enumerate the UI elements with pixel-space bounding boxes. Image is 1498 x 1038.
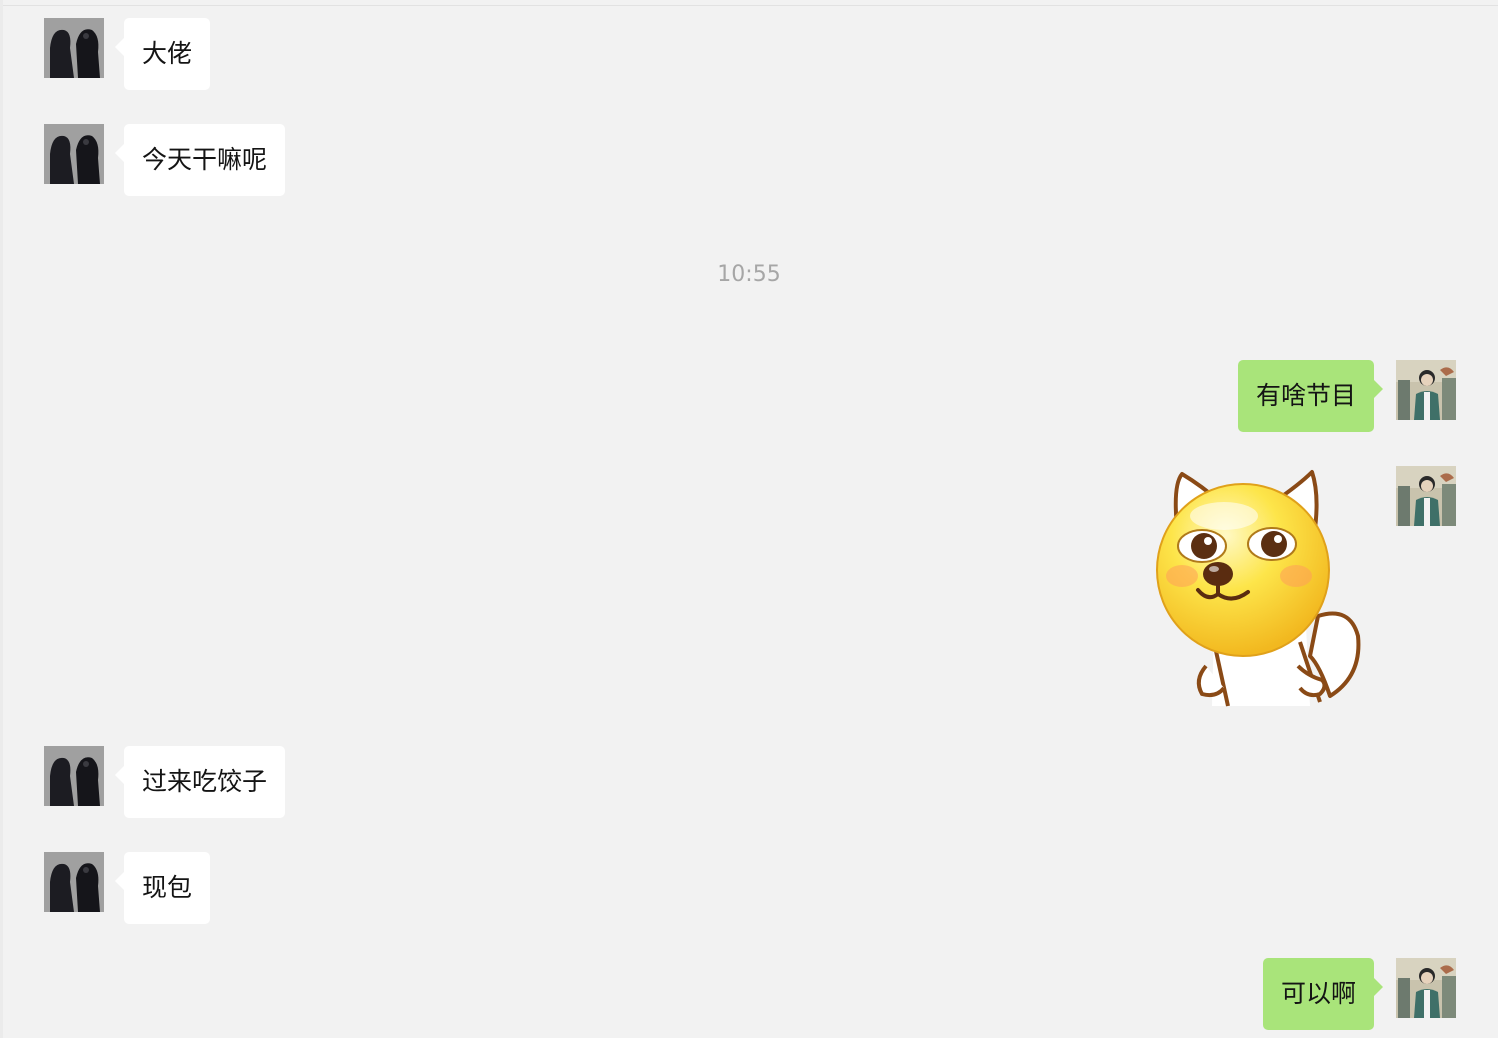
message-timestamp: 10:55 [717,262,781,287]
incoming-message-bubble[interactable]: 大佬 [114,18,211,90]
contact-avatar[interactable] [44,746,104,806]
window-top-border [0,0,1498,6]
incoming-message-bubble[interactable]: 过来吃饺子 [114,746,286,818]
message-row: 可以啊 [0,958,1498,1030]
message-row: 有啥节目 [0,360,1498,432]
contact-avatar[interactable] [44,852,104,912]
message-row: 大佬 [0,18,1498,90]
shiba-dog-emoji-sticker[interactable] [1150,466,1366,708]
contact-avatar[interactable] [44,124,104,184]
my-avatar[interactable] [1396,360,1456,420]
contact-avatar[interactable] [44,18,104,78]
message-row: 现包 [0,852,1498,924]
outgoing-message-bubble[interactable]: 可以啊 [1262,958,1384,1030]
outgoing-message-bubble[interactable]: 有啥节目 [1237,360,1384,432]
message-row: 过来吃饺子 [0,746,1498,818]
incoming-message-bubble[interactable]: 现包 [114,852,211,924]
message-row: 今天干嘛呢 [0,124,1498,196]
my-avatar[interactable] [1396,466,1456,526]
my-avatar[interactable] [1396,958,1456,1018]
incoming-message-bubble[interactable]: 今天干嘛呢 [114,124,286,196]
